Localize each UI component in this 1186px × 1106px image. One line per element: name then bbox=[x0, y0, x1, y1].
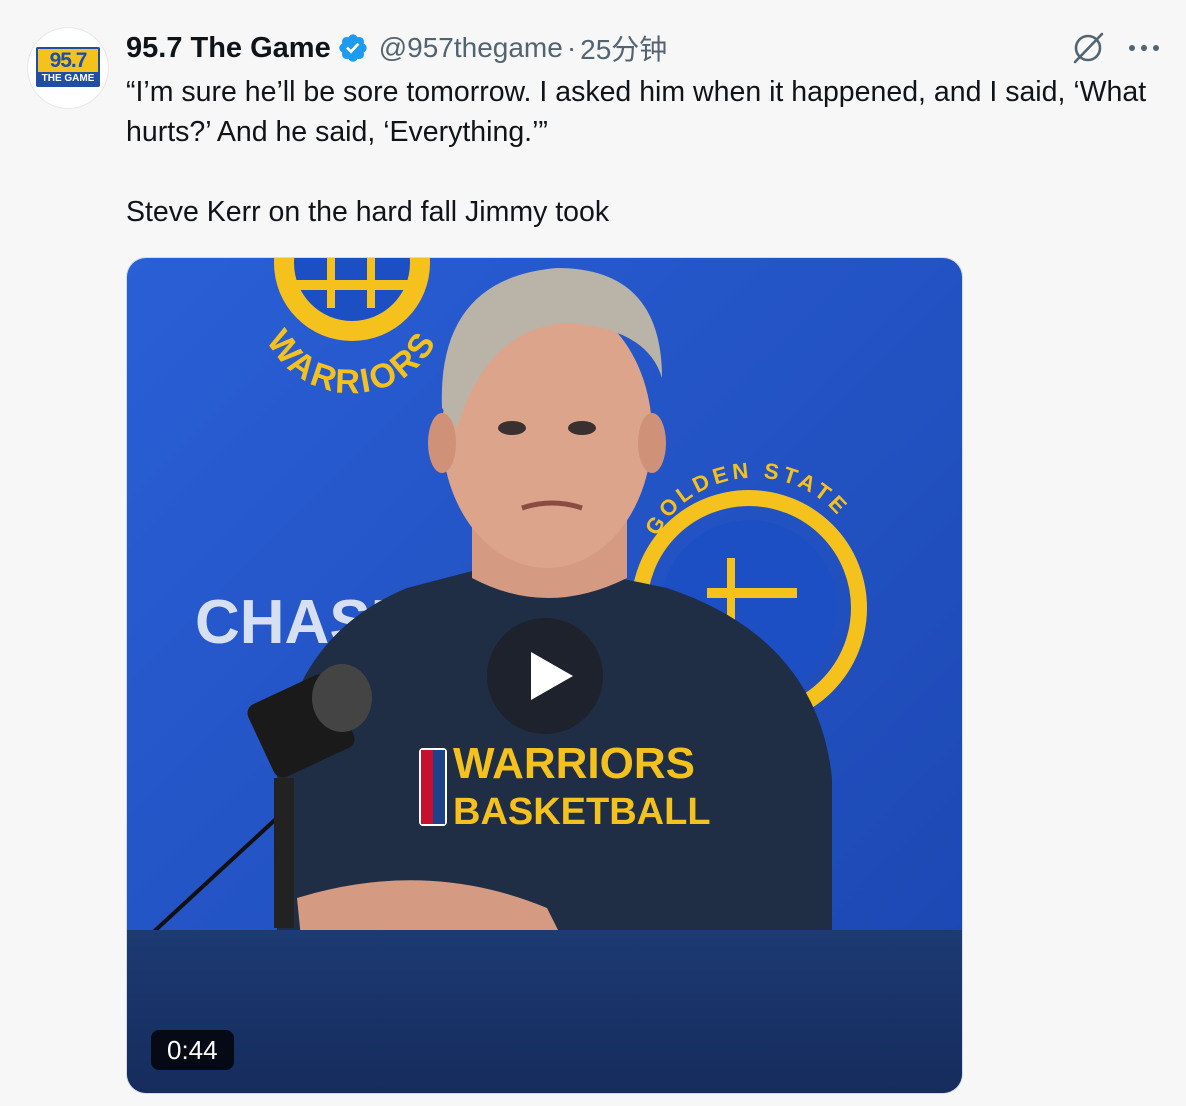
timestamp[interactable]: 25分钟 bbox=[580, 28, 667, 68]
play-button[interactable] bbox=[487, 618, 603, 734]
avatar[interactable]: 95.7 THE GAME bbox=[28, 28, 108, 108]
play-icon bbox=[531, 652, 573, 700]
avatar-logo-subtitle: THE GAME bbox=[41, 73, 95, 84]
verified-badge-icon[interactable] bbox=[337, 32, 369, 64]
separator-dot: · bbox=[566, 32, 577, 63]
tweet-caption: Steve Kerr on the hard fall Jimmy took bbox=[126, 196, 610, 228]
shirt-text-line-1: WARRIORS bbox=[453, 739, 695, 788]
avatar-logo: 95.7 THE GAME bbox=[36, 47, 100, 87]
tweet-quote: “I’m sure he’ll be sore tomorrow. I aske… bbox=[126, 76, 1147, 148]
podium bbox=[127, 930, 962, 1093]
handle[interactable]: @957thegame bbox=[379, 32, 563, 64]
avatar-logo-number: 95.7 bbox=[38, 49, 98, 72]
display-name[interactable]: 95.7 The Game bbox=[126, 32, 331, 65]
tweet-header: 95.7 The Game @957thegame · 25分钟 bbox=[126, 30, 667, 66]
grok-icon[interactable] bbox=[1070, 30, 1106, 66]
tweet-text: “I’m sure he’ll be sore tomorrow. I aske… bbox=[126, 72, 1166, 232]
video-player[interactable]: WARRIORS CHASE GOLDEN STATE WARRIORS BAS… bbox=[126, 257, 963, 1094]
shirt-text-line-2: BASKETBALL bbox=[453, 791, 711, 833]
tweet[interactable]: 95.7 THE GAME 95.7 The Game @957thegame … bbox=[0, 0, 1186, 1106]
more-icon[interactable] bbox=[1124, 30, 1164, 66]
video-duration: 0:44 bbox=[151, 1030, 234, 1070]
